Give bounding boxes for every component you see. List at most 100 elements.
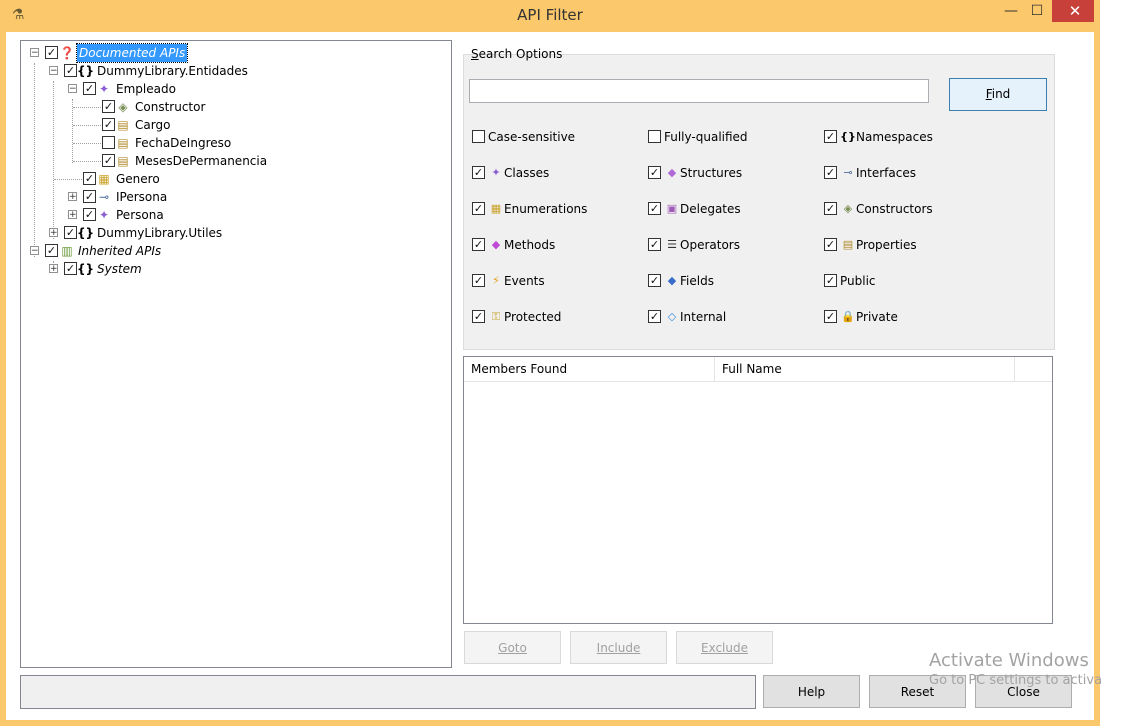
collapse-icon[interactable]: − — [30, 246, 39, 256]
goto-label: Goto — [498, 641, 527, 655]
option-checkbox[interactable]: ✓ — [472, 166, 485, 179]
property-icon: ▤ — [842, 238, 854, 251]
option-label: Delegates — [680, 202, 741, 216]
tree-node-label: FechaDeIngreso — [135, 136, 232, 150]
namespace-icon: {} — [840, 130, 856, 143]
tree-guide-line — [34, 63, 35, 257]
option-label: Constructors — [856, 202, 933, 216]
include-label: Include — [596, 641, 641, 655]
option-label: Classes — [504, 166, 550, 180]
api-tree[interactable]: − ✓ ❓ Documented APIs − ✓ {} DummyLibrar… — [20, 40, 452, 668]
tree-checkbox[interactable]: ✓ — [45, 46, 58, 59]
option-checkbox[interactable]: ✓ — [648, 202, 661, 215]
option-label: Private — [856, 310, 898, 324]
tree-checkbox[interactable]: ✓ — [83, 82, 96, 95]
tree-guide-line — [72, 99, 73, 163]
option-checkbox[interactable]: ✓ — [824, 238, 837, 251]
interface-icon: ⊸ — [98, 190, 110, 204]
search-options-label-s: S — [471, 47, 479, 61]
watermark-line2: Go to PC settings to activa — [929, 673, 1103, 688]
expand-icon[interactable]: + — [49, 228, 58, 238]
collapse-icon[interactable]: − — [30, 48, 39, 58]
constructor-icon: ◈ — [118, 100, 128, 114]
tree-node-label: System — [97, 262, 142, 276]
option-checkbox[interactable]: ✓ — [824, 202, 837, 215]
option-label: Internal — [680, 310, 727, 324]
option-checkbox[interactable] — [472, 130, 485, 143]
option-checkbox[interactable]: ✓ — [472, 274, 485, 287]
option-label: Enumerations — [504, 202, 588, 216]
option-checkbox[interactable]: ✓ — [648, 238, 661, 251]
find-label-rest: ind — [991, 87, 1011, 101]
private-icon: 🔒 — [841, 310, 855, 323]
tree-checkbox[interactable]: ✓ — [45, 244, 58, 257]
option-checkbox[interactable]: ✓ — [472, 202, 485, 215]
event-icon: ⚡ — [492, 274, 500, 287]
tree-checkbox[interactable]: ✓ — [83, 208, 96, 221]
column-members-found[interactable]: Members Found — [464, 357, 715, 381]
help-button[interactable]: Help — [763, 675, 860, 708]
constructor-icon: ◈ — [843, 202, 853, 215]
exclude-label: Exclude — [700, 641, 748, 655]
option-label: Operators — [680, 238, 740, 252]
find-button[interactable]: Find — [949, 78, 1047, 111]
option-label: Interfaces — [856, 166, 916, 180]
class-icon: ✦ — [98, 82, 110, 96]
method-icon: ◆ — [491, 238, 501, 251]
option-label: Fields — [680, 274, 714, 288]
goto-button[interactable]: Goto — [464, 631, 561, 664]
namespace-icon: {} — [77, 262, 95, 276]
tree-checkbox[interactable]: ✓ — [83, 190, 96, 203]
tree-node-label: Genero — [116, 172, 160, 186]
option-checkbox[interactable]: ✓ — [824, 310, 837, 323]
namespace-icon: {} — [77, 64, 95, 78]
expand-icon[interactable]: + — [49, 264, 58, 274]
tree-node-label: Inherited APIs — [78, 244, 162, 258]
help-icon: ❓ — [59, 46, 75, 60]
tree-checkbox[interactable]: ✓ — [102, 118, 115, 131]
option-checkbox[interactable]: ✓ — [648, 310, 661, 323]
expand-icon[interactable]: + — [68, 192, 77, 202]
option-checkbox[interactable]: ✓ — [472, 238, 485, 251]
search-options-label-text: earch Options — [478, 47, 563, 61]
option-checkbox[interactable]: ✓ — [648, 274, 661, 287]
column-full-name[interactable]: Full Name — [715, 357, 1015, 381]
tree-checkbox[interactable]: ✓ — [83, 172, 96, 185]
property-icon: ▤ — [117, 154, 129, 168]
option-checkbox[interactable]: ✓ — [472, 310, 485, 323]
delegate-icon: ▣ — [666, 202, 678, 215]
expand-icon[interactable]: + — [68, 210, 77, 220]
tree-checkbox[interactable]: ✓ — [64, 64, 77, 77]
namespace-icon: {} — [77, 226, 95, 240]
members-found-list[interactable]: Members Found Full Name — [463, 356, 1053, 624]
option-label: Protected — [504, 310, 562, 324]
tree-node-label: Constructor — [135, 100, 206, 114]
tree-checkbox[interactable]: ✓ — [102, 100, 115, 113]
tree-guide-line — [53, 81, 54, 239]
tree-guide-line — [73, 107, 101, 108]
option-checkbox[interactable]: ✓ — [824, 130, 837, 143]
option-checkbox[interactable] — [648, 130, 661, 143]
search-input[interactable] — [469, 79, 929, 103]
tree-guide-line — [54, 179, 82, 180]
collapse-icon[interactable]: − — [49, 66, 58, 76]
protected-icon: ⚿ — [491, 310, 501, 323]
class-icon: ✦ — [491, 166, 501, 179]
tree-node-label: Persona — [116, 208, 164, 222]
tree-checkbox[interactable] — [102, 136, 115, 149]
option-checkbox[interactable]: ✓ — [824, 166, 837, 179]
api-filter-window: ⚗ API Filter — ☐ ✕ − ✓ ❓ Documented APIs… — [0, 0, 1100, 726]
option-checkbox[interactable]: ✓ — [648, 166, 661, 179]
tree-checkbox[interactable]: ✓ — [64, 262, 77, 275]
tree-checkbox[interactable]: ✓ — [102, 154, 115, 167]
include-button[interactable]: Include — [570, 631, 667, 664]
option-label: Public — [840, 274, 876, 288]
list-header: Members Found Full Name — [464, 357, 1052, 382]
interface-icon: ⊸ — [843, 166, 853, 179]
collapse-icon[interactable]: − — [68, 84, 77, 94]
exclude-button[interactable]: Exclude — [676, 631, 773, 664]
tree-guide-line — [73, 143, 101, 144]
option-label: Methods — [504, 238, 556, 252]
option-checkbox[interactable]: ✓ — [824, 274, 837, 287]
tree-checkbox[interactable]: ✓ — [64, 226, 77, 239]
